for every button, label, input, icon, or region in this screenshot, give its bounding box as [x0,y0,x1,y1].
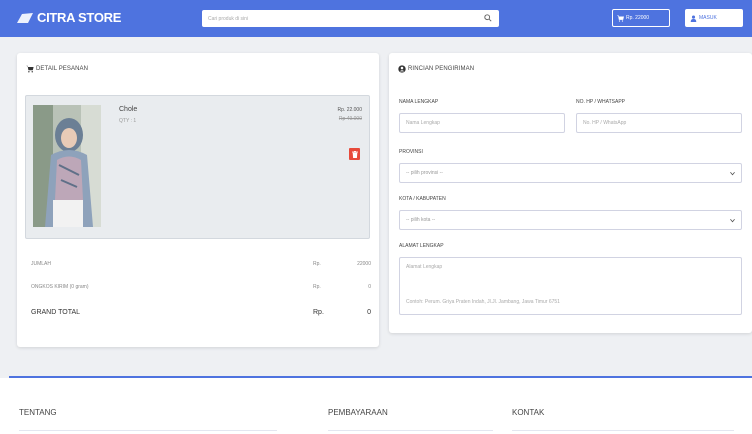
order-detail-title: DETAIL PESANAN [26,65,88,73]
address-hint: Contoh: Perum. Griya Praten Indah, Jl.Jl… [406,299,560,305]
login-label: MASUK [699,15,717,21]
cart-icon [26,65,34,73]
footer-about-divider [19,430,277,431]
summary-currency: Rp. [313,284,321,290]
shipping-detail-title: RINCIAN PENGIRIMAN [398,65,474,73]
trash-icon [351,150,358,158]
phone-label: NO. HP / WHATSAPP [576,99,625,105]
name-label: NAMA LENGKAP [399,99,439,105]
footer-about-heading: TENTANG [19,408,57,417]
cart-total: Rp. 22000 [626,15,650,21]
summary-currency: Rp. [313,261,321,267]
top-navbar: CITRA STORE Rp. 22000 MASUK [0,0,752,37]
search-input[interactable] [202,10,499,27]
address-textarea[interactable]: Alamat Lengkap Contoh: Perum. Griya Prat… [399,257,742,315]
chevron-down-icon [730,218,735,223]
footer-contact-heading: KONTAK [512,408,545,417]
search-icon[interactable] [484,14,492,22]
grand-total-value: 0 [367,309,371,316]
chevron-down-icon [730,171,735,176]
province-label: PROVINSI [399,149,423,155]
brand-name: CITRA STORE [37,10,122,25]
product-image[interactable] [33,105,101,227]
city-select[interactable]: -- pilih kota -- [399,210,742,230]
search-box [202,10,499,27]
cart-item: Chole QTY : 1 Rp. 22.000 Rp 49.000 [25,95,370,239]
name-input[interactable] [399,113,565,133]
product-name[interactable]: Chole [119,106,137,113]
cart-button[interactable]: Rp. 22000 [612,9,670,27]
grand-total-label: GRAND TOTAL [31,309,81,316]
footer-payment-divider [328,430,493,431]
footer-contact-divider [512,430,734,431]
user-icon [690,15,697,22]
product-original-price: Rp 49.000 [338,116,362,122]
phone-input[interactable] [576,113,742,133]
shipping-detail-card: RINCIAN PENGIRIMAN NAMA LENGKAP NO. HP /… [389,53,752,333]
city-selected: -- pilih kota -- [406,217,436,223]
user-circle-icon [398,65,406,73]
summary-label: ONGKOS KIRIM (0 gram) [31,284,89,290]
login-button[interactable]: MASUK [685,9,743,27]
province-selected: -- pilih provinsi -- [406,170,443,176]
cart-icon [617,14,624,22]
footer-payment-heading: PEMBAYARAAN [328,408,388,417]
product-qty: QTY : 1 [119,118,137,124]
remove-item-button[interactable] [349,148,360,160]
brand-swoosh-icon [17,12,33,23]
summary-label: JUMLAH [31,261,52,267]
summary-value: 0 [368,284,371,290]
address-label: ALAMAT LENGKAP [399,243,444,249]
order-detail-card: DETAIL PESANAN Chole QTY : 1 Rp. 22.000 … [17,53,379,347]
brand-logo[interactable]: CITRA STORE [16,10,121,25]
summary-value: 22000 [357,261,371,267]
grand-total-currency: Rp. [313,309,324,316]
product-photo-icon [33,105,101,227]
product-price: Rp. 22.000 [337,107,362,113]
footer: TENTANG PEMBAYARAAN KONTAK [0,378,752,434]
address-placeholder: Alamat Lengkap [406,264,443,270]
city-label: KOTA / KABUPATEN [399,196,446,202]
province-select[interactable]: -- pilih provinsi -- [399,163,742,183]
